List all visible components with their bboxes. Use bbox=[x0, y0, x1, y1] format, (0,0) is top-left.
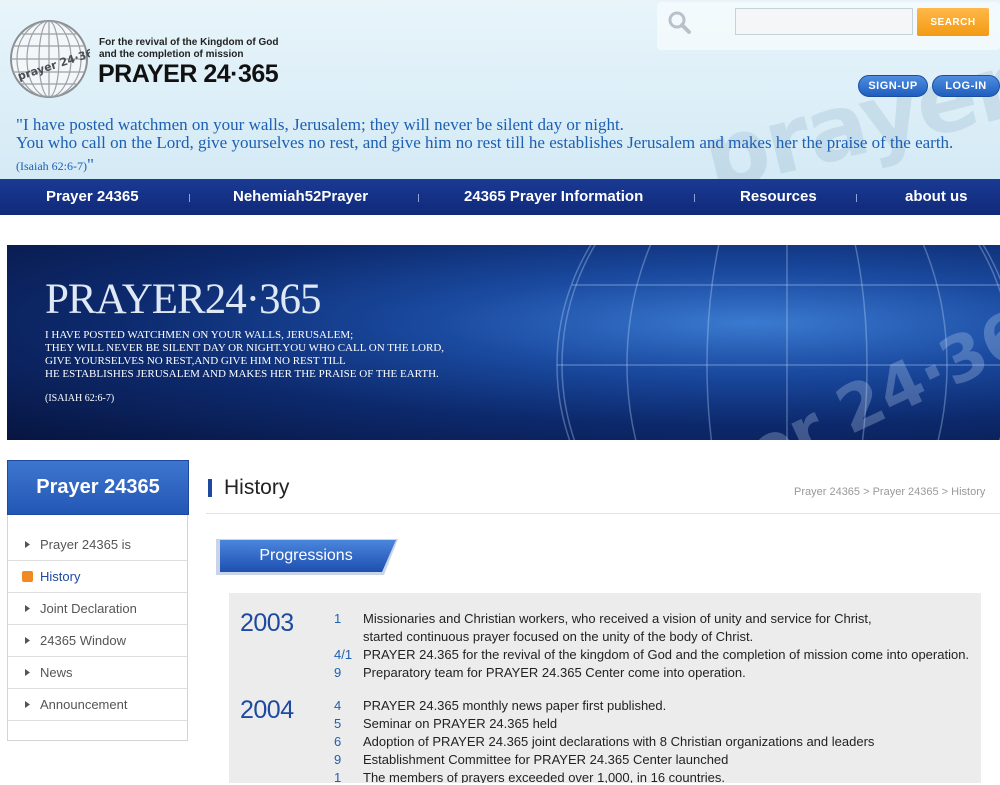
sidebar-item-label: Prayer 24365 is bbox=[40, 537, 132, 552]
event-text: Seminar on PRAYER 24.365 held bbox=[363, 716, 558, 731]
sign-up-button[interactable]: SIGN-UP bbox=[858, 75, 928, 97]
event-date: 6 bbox=[334, 734, 342, 749]
sidebar-item-label: Joint Declaration bbox=[40, 601, 137, 616]
event-text: Preparatory team for PRAYER 24.365 Cente… bbox=[363, 665, 746, 680]
history-panel: 2003 1 Missionaries and Christian worker… bbox=[229, 593, 981, 783]
event-date: 9 bbox=[334, 752, 342, 767]
header-watermark: prayer bbox=[693, 32, 1000, 179]
sidebar-header: Prayer 24365 bbox=[7, 460, 189, 515]
event-text: PRAYER 24.365 for the revival of the kin… bbox=[363, 647, 970, 662]
sidebar-item-label: 24365 Window bbox=[40, 633, 126, 648]
site-tagline: For the revival of the Kingdom of God an… bbox=[99, 37, 279, 60]
nav-separator bbox=[418, 194, 419, 202]
chevron-right-icon bbox=[25, 605, 30, 612]
event-text: Adoption of PRAYER 24.365 joint declarat… bbox=[363, 734, 875, 749]
sidebar-item-announcement[interactable]: Announcement bbox=[8, 689, 187, 721]
banner-globe-graphic: prayer 24·365 bbox=[556, 245, 1000, 440]
event-text: The members of prayers exceeded over 1,0… bbox=[363, 770, 726, 783]
globe-logo[interactable]: prayer 24·365 bbox=[8, 18, 90, 100]
nav-item-prayer-information[interactable]: 24365 Prayer Information bbox=[464, 179, 643, 215]
chevron-right-icon bbox=[25, 669, 30, 676]
chevron-right-icon bbox=[25, 541, 30, 548]
site-header: prayer prayer 24·365 For the revival of … bbox=[0, 0, 1000, 179]
verse-close-quote: " bbox=[86, 155, 94, 174]
nav-separator bbox=[694, 194, 695, 202]
event-date: 4/1 bbox=[334, 647, 353, 662]
event-date: 1 bbox=[334, 611, 342, 626]
banner-title: PRAYER24·365 bbox=[45, 276, 322, 323]
nav-item-prayer-24365[interactable]: Prayer 24365 bbox=[46, 179, 139, 215]
nav-item-nehemiah52prayer[interactable]: Nehemiah52Prayer bbox=[233, 179, 368, 215]
title-divider bbox=[206, 513, 1000, 514]
verse-reference-text: (Isaiah 62:6-7) bbox=[16, 159, 87, 173]
sidebar-item-label: Announcement bbox=[40, 697, 128, 712]
year-label: 2003 bbox=[240, 609, 294, 637]
sidebar: Prayer 24365 Prayer 24365 is History Joi… bbox=[7, 460, 189, 741]
header-verse-reference: (Isaiah 62:6-7)" bbox=[16, 155, 94, 175]
event-date: 4 bbox=[334, 698, 342, 713]
event-date: 5 bbox=[334, 716, 342, 731]
year-label: 2004 bbox=[240, 696, 294, 724]
search-button[interactable]: SEARCH bbox=[917, 8, 989, 36]
event-text: PRAYER 24.365 monthly news paper first p… bbox=[363, 698, 667, 713]
active-marker-icon bbox=[22, 571, 33, 582]
sidebar-item-label: History bbox=[40, 569, 81, 584]
sidebar-item-prayer-24365-is[interactable]: Prayer 24365 is bbox=[8, 529, 187, 561]
chevron-right-icon bbox=[25, 701, 30, 708]
search-input[interactable] bbox=[735, 8, 913, 35]
sidebar-menu: Prayer 24365 is History Joint Declaratio… bbox=[8, 529, 187, 721]
banner-reference: (ISAIAH 62:6-7) bbox=[45, 393, 115, 404]
nav-item-resources[interactable]: Resources bbox=[740, 179, 817, 215]
main-navigation: Prayer 24365 Nehemiah52Prayer 24365 Pray… bbox=[0, 179, 1000, 215]
chevron-right-icon bbox=[25, 637, 30, 644]
event-text: Establishment Committee for PRAYER 24.36… bbox=[363, 752, 729, 767]
sidebar-item-24365-window[interactable]: 24365 Window bbox=[8, 625, 187, 657]
nav-separator bbox=[856, 194, 857, 202]
event-text: Missionaries and Christian workers, who … bbox=[363, 611, 872, 644]
sidebar-item-label: News bbox=[40, 665, 73, 680]
event-date: 1 bbox=[334, 770, 342, 783]
title-accent-bar bbox=[208, 479, 212, 497]
banner-verse: I have posted watchmen on your walls, Je… bbox=[45, 329, 445, 380]
event-date: 9 bbox=[334, 665, 342, 680]
sidebar-item-history[interactable]: History bbox=[8, 561, 187, 593]
breadcrumb[interactable]: Prayer 24365 > Prayer 24365 > History bbox=[794, 486, 985, 498]
log-in-button[interactable]: LOG-IN bbox=[932, 75, 1000, 97]
sidebar-item-news[interactable]: News bbox=[8, 657, 187, 689]
header-verse: "I have posted watchmen on your walls, J… bbox=[16, 115, 954, 152]
hero-banner: prayer 24·365 PRAYER24·365 I have posted… bbox=[7, 245, 1000, 440]
site-title[interactable]: PRAYER 24·365 bbox=[98, 60, 279, 89]
page-title: History bbox=[224, 476, 290, 499]
nav-item-about-us[interactable]: about us bbox=[905, 179, 968, 215]
search-icon bbox=[668, 11, 691, 34]
sidebar-title: Prayer 24365 bbox=[36, 476, 160, 498]
sidebar-item-joint-declaration[interactable]: Joint Declaration bbox=[8, 593, 187, 625]
nav-separator bbox=[189, 194, 190, 202]
section-tab-progressions: Progressions bbox=[259, 547, 353, 564]
banner-watermark: prayer 24·365 bbox=[592, 278, 1000, 440]
